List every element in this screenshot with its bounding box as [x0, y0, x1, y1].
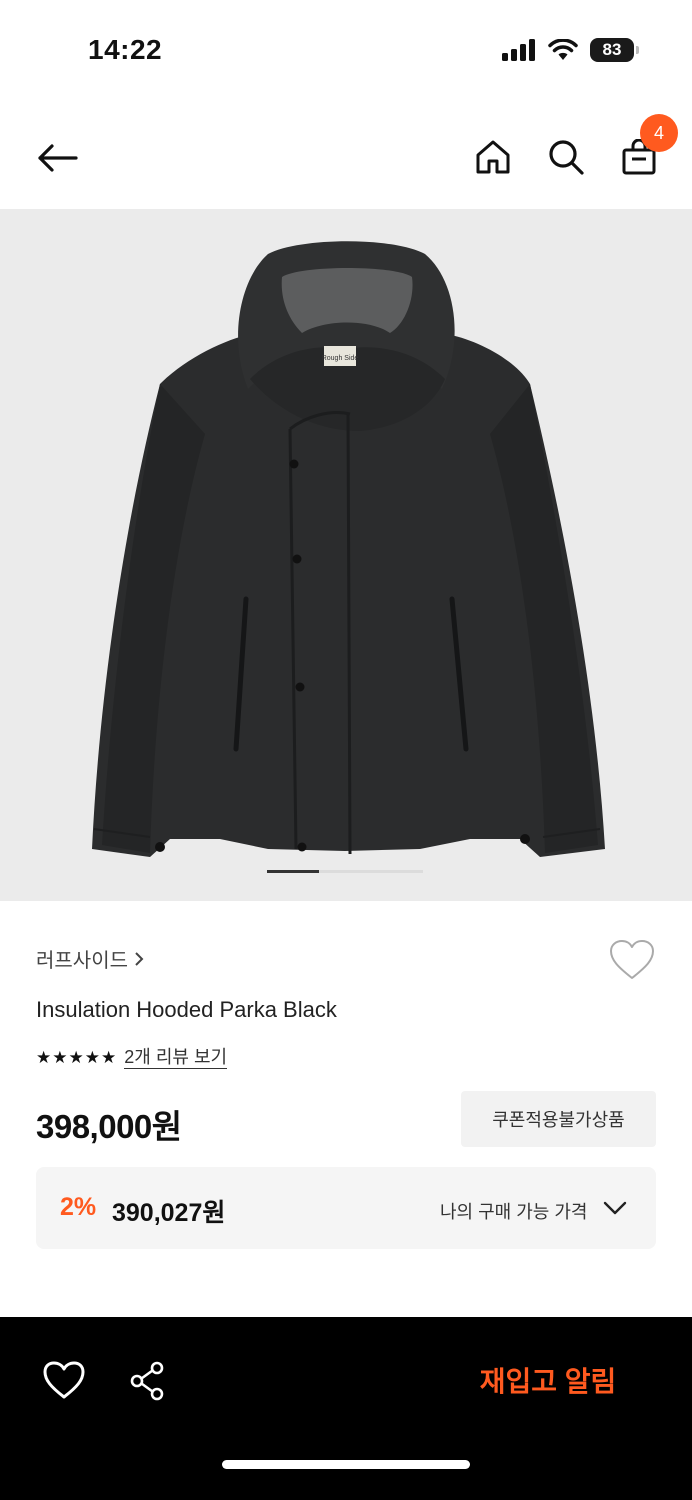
share-button[interactable]: [127, 1359, 171, 1403]
purchasable-price-label: 나의 구매 가능 가격: [440, 1202, 588, 1222]
rating-row: ★ ★ ★ ★ ★ 2개 리뷰 보기: [36, 1046, 228, 1069]
home-button[interactable]: [470, 134, 516, 180]
product-name: Insulation Hooded Parka Black: [36, 997, 337, 1022]
chevron-right-icon: [135, 951, 144, 966]
product-image: Rough Side: [92, 241, 605, 857]
battery-level: 83: [602, 40, 622, 59]
chevron-down-icon: [603, 1201, 627, 1215]
cellular-signal-icon: [502, 39, 535, 61]
wifi-icon: [548, 39, 578, 60]
discount-rate: 2%: [60, 1193, 97, 1221]
purchasable-price-dropdown[interactable]: 2% 390,027원 나의 구매 가능 가격: [36, 1167, 656, 1249]
battery-tip: [636, 46, 639, 54]
star-icon: ★: [84, 1048, 100, 1067]
back-arrow-icon: [38, 144, 78, 172]
product-price: 398,000원: [36, 1108, 182, 1145]
star-rating: ★ ★ ★ ★ ★: [36, 1049, 116, 1066]
star-icon: ★: [68, 1048, 84, 1067]
status-icons: 83: [502, 38, 639, 62]
bottom-wishlist-button[interactable]: [42, 1359, 86, 1403]
review-link[interactable]: 2개 리뷰 보기: [124, 1046, 228, 1069]
home-indicator: [222, 1460, 470, 1469]
top-navigation: [0, 108, 692, 208]
star-icon: ★: [101, 1048, 117, 1067]
back-button[interactable]: [30, 136, 84, 180]
status-bar: 14:22 83: [0, 0, 692, 100]
search-button[interactable]: [543, 134, 589, 180]
product-image-carousel[interactable]: Rough Side: [0, 209, 692, 901]
wishlist-button[interactable]: [608, 938, 656, 982]
carousel-page-indicator-active: [267, 870, 319, 873]
status-time: 14:22: [88, 34, 163, 65]
cart-count-badge: 4: [640, 114, 678, 152]
discount-price: 390,027원: [112, 1199, 226, 1227]
home-icon: [476, 140, 510, 174]
heart-icon: [43, 1361, 85, 1399]
product-image-label: Rough Side: [322, 355, 359, 362]
bottom-action-bar: 재입고 알림: [0, 1317, 692, 1500]
product-detail-page: 14:22 83 4 Rough Side 러프사이드 Insulation H…: [0, 0, 692, 1500]
star-icon: ★: [52, 1048, 68, 1067]
heart-icon: [610, 940, 654, 979]
share-icon: [130, 1361, 164, 1401]
restock-alert-button[interactable]: 재입고 알림: [440, 1351, 656, 1409]
battery-indicator: 83: [590, 38, 639, 62]
star-icon: ★: [36, 1048, 52, 1067]
brand-link[interactable]: 러프사이드: [36, 944, 144, 973]
search-icon: [549, 140, 584, 175]
coupon-badge: 쿠폰적용불가상품: [461, 1091, 656, 1147]
brand-name: 러프사이드: [36, 950, 128, 972]
carousel-page-indicator: [267, 870, 423, 873]
